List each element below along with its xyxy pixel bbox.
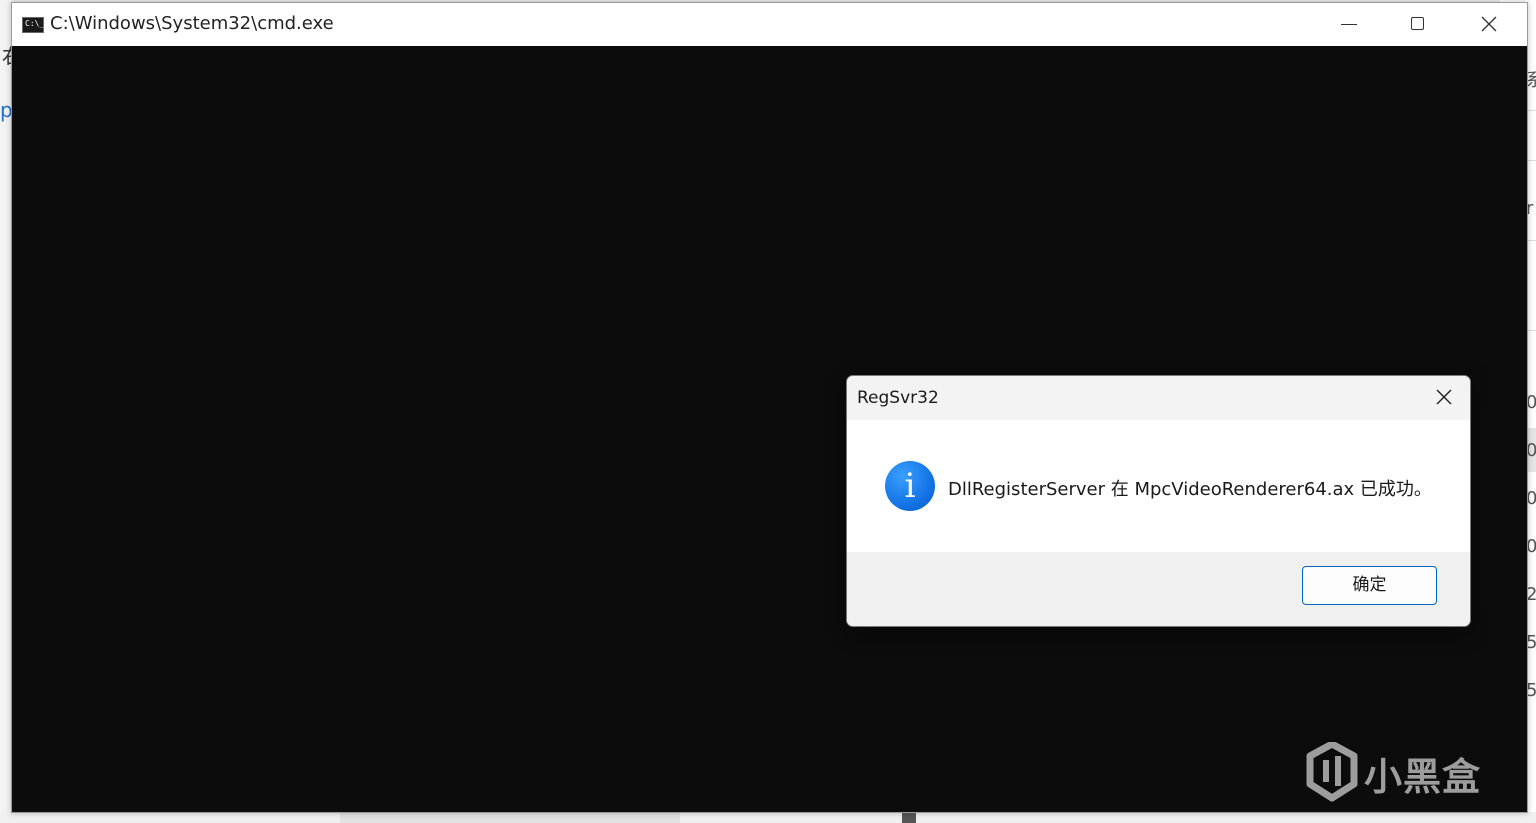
dialog-body: i DllRegisterServer 在 MpcVideoRenderer64… xyxy=(847,420,1470,552)
background-scroll-handle[interactable] xyxy=(902,812,916,823)
dialog-message: DllRegisterServer 在 MpcVideoRenderer64.a… xyxy=(948,479,1432,500)
terminal-icon-prompt: C:\_ xyxy=(25,19,45,28)
background-app-bottom-edge xyxy=(0,812,1536,823)
close-icon xyxy=(1481,16,1497,32)
minimize-icon xyxy=(1341,24,1357,25)
cmd-titlebar[interactable]: C:\_ C:\Windows\System32\cmd.exe xyxy=(12,3,1527,46)
information-icon: i xyxy=(885,461,935,511)
dialog-close-button[interactable] xyxy=(1418,376,1470,420)
minimize-button[interactable] xyxy=(1314,3,1384,46)
dialog-titlebar[interactable]: RegSvr32 xyxy=(847,376,1470,420)
ok-button[interactable]: 确定 xyxy=(1302,566,1437,605)
regsvr32-dialog: RegSvr32 i DllRegisterServer 在 MpcVideoR… xyxy=(846,375,1471,627)
close-icon xyxy=(1436,389,1452,405)
information-icon-glyph: i xyxy=(904,466,916,506)
watermark-text: 小黑盒 xyxy=(1364,755,1482,799)
dialog-title: RegSvr32 xyxy=(857,388,939,408)
background-bar-segment xyxy=(340,812,680,823)
maximize-button[interactable] xyxy=(1384,3,1454,46)
maximize-icon xyxy=(1411,17,1424,30)
watermark: 小黑盒 xyxy=(1306,740,1496,804)
terminal-icon: C:\_ xyxy=(22,17,44,33)
xiaoheihe-logo-icon xyxy=(1306,742,1358,802)
dialog-footer: 确定 xyxy=(847,552,1470,626)
window-title: C:\Windows\System32\cmd.exe xyxy=(50,13,334,34)
close-button[interactable] xyxy=(1454,3,1524,46)
